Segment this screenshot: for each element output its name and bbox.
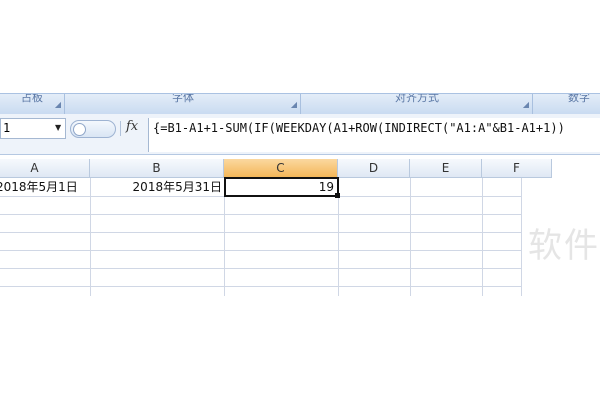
active-cell-border	[224, 177, 339, 197]
grid-line	[0, 286, 522, 287]
watermark: 软件	[528, 226, 600, 266]
column-header-c[interactable]: C	[224, 159, 338, 178]
divider	[120, 121, 121, 136]
grid-line	[0, 214, 522, 215]
name-box-value: 1	[3, 121, 11, 135]
column-header-b[interactable]: B	[90, 159, 224, 178]
column-header-e[interactable]: E	[410, 159, 482, 178]
cell-a1[interactable]: 2018年5月1日	[0, 178, 88, 196]
ribbon-group-font[interactable]: 字体 ◢	[66, 94, 301, 114]
column-header-f[interactable]: F	[482, 159, 552, 178]
chevron-down-icon[interactable]: ▼	[55, 123, 61, 132]
circle-icon	[73, 123, 86, 136]
grid-line	[0, 232, 522, 233]
dialog-launcher-icon[interactable]: ◢	[55, 99, 61, 111]
dialog-launcher-icon[interactable]: ◢	[291, 99, 297, 111]
cell-b1[interactable]: 2018年5月31日	[92, 178, 222, 196]
dialog-launcher-icon[interactable]: ◢	[523, 99, 529, 111]
formula-controls: fx	[68, 118, 148, 139]
ribbon-group-clipboard[interactable]: 占板 ◢	[0, 94, 65, 114]
ribbon-group-label: 字体	[172, 93, 194, 104]
ribbon-group-label: 数字	[568, 93, 590, 104]
ribbon-group-label: 对齐方式	[395, 93, 439, 104]
ribbon-group-bar: 占板 ◢ 字体 ◢ 对齐方式 ◢ 数字	[0, 93, 600, 115]
column-header-a[interactable]: A	[0, 159, 90, 178]
fill-handle[interactable]	[335, 193, 340, 198]
formula-input[interactable]: {=B1-A1+1-SUM(IF(WEEKDAY(A1+ROW(INDIRECT…	[148, 118, 600, 152]
formula-bar-resize-handle[interactable]	[70, 120, 116, 138]
grid-line	[0, 268, 522, 269]
formula-bar: 1 ▼ fx {=B1-A1+1-SUM(IF(WEEKDAY(A1+ROW(I…	[0, 114, 600, 155]
column-header-d[interactable]: D	[338, 159, 410, 178]
ribbon-group-alignment[interactable]: 对齐方式 ◢	[302, 94, 533, 114]
grid-line	[0, 250, 522, 251]
insert-function-icon[interactable]: fx	[126, 119, 138, 134]
ribbon-group-number[interactable]: 数字	[534, 94, 600, 114]
